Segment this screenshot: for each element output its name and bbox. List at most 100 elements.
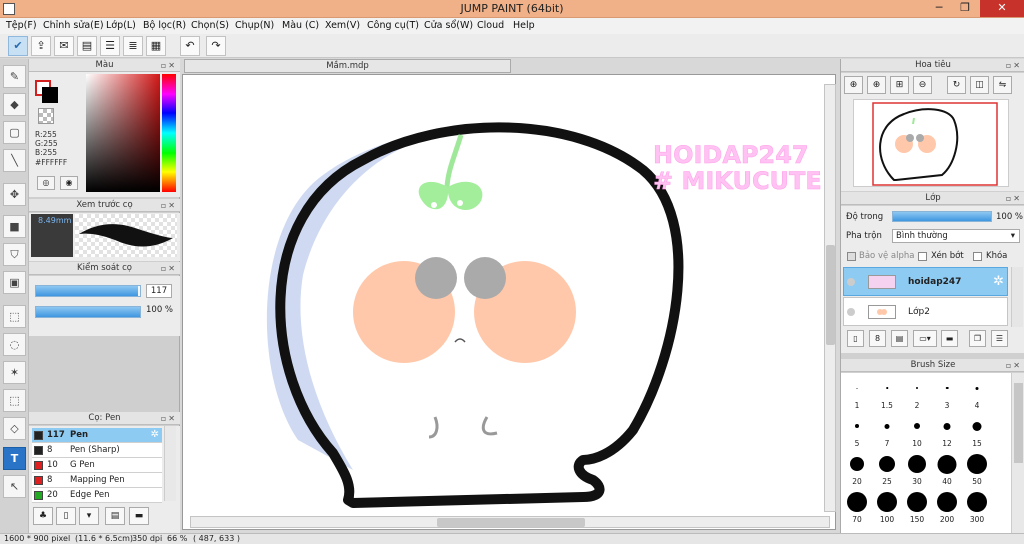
zoom-fit-icon[interactable]: ⊕ — [844, 76, 863, 94]
canvas-tab[interactable]: Mầm.mdp — [184, 59, 511, 73]
menu-capture[interactable]: Chụp(N) — [235, 20, 274, 31]
brush-tool-icon[interactable]: ✎ — [3, 65, 26, 88]
flip-icon[interactable]: ⇋ — [993, 76, 1012, 94]
visibility-icon[interactable] — [847, 308, 855, 316]
lock-checkbox[interactable] — [973, 252, 982, 261]
menu-window[interactable]: Cửa sổ(W) — [424, 20, 473, 31]
restore-button[interactable]: ❐ — [952, 0, 978, 17]
brush-folder-icon[interactable]: ▬ — [129, 507, 149, 525]
panel-window-icons[interactable]: ▫✕ — [161, 413, 177, 425]
message-icon[interactable]: ▤ — [77, 36, 97, 56]
brush-size-cell[interactable]: 150 — [903, 489, 931, 525]
check-icon[interactable]: ✔ — [8, 36, 28, 56]
layer-row[interactable]: Lớp2 — [843, 297, 1008, 326]
panel-window-icons[interactable]: ▫✕ — [161, 200, 177, 212]
select-pen-tool-icon[interactable]: ⬚ — [3, 389, 26, 412]
brush-size-scroll-thumb[interactable] — [1014, 383, 1023, 463]
layer-scrollbar[interactable] — [1011, 267, 1023, 327]
brush-size-cell[interactable]: 10 — [903, 413, 931, 449]
menu-edit[interactable]: Chỉnh sửa(E) — [43, 20, 104, 31]
duplicate-layer-icon[interactable]: ❐ — [969, 330, 986, 347]
panel-window-icons[interactable]: ▫✕ — [1006, 193, 1022, 205]
line-tool-icon[interactable]: ╲ — [3, 149, 26, 172]
saturation-value-picker[interactable] — [86, 74, 160, 192]
brush-size-cell[interactable]: 30 — [903, 451, 931, 487]
protect-alpha-checkbox[interactable] — [847, 252, 856, 261]
hue-slider[interactable] — [162, 74, 176, 192]
zoom-actual-icon[interactable]: ⊞ — [890, 76, 909, 94]
brush-size-cell[interactable]: 4 — [963, 375, 991, 411]
clip-checkbox[interactable] — [918, 252, 927, 261]
undo-icon[interactable]: ↶ — [180, 36, 200, 56]
brush-size-cell[interactable]: 12 — [933, 413, 961, 449]
reset-view-icon[interactable]: ◫ — [970, 76, 989, 94]
brush-size-cell[interactable]: 200 — [933, 489, 961, 525]
navigator-thumbnail[interactable] — [853, 99, 1009, 187]
brush-list-item[interactable]: 117 Pen ✲ — [32, 428, 162, 443]
move-tool-icon[interactable]: ✥ — [3, 183, 26, 206]
add-brush-icon[interactable]: ♣ — [33, 507, 53, 525]
new-brush-icon[interactable]: ▯ — [56, 507, 76, 525]
select-rect-tool-icon[interactable]: ⬚ — [3, 305, 26, 328]
brush-size-cell[interactable]: 1.5 — [873, 375, 901, 411]
new-raster-layer-icon[interactable]: 8 — [869, 330, 886, 347]
layer-row[interactable]: hoidap247 ✲ — [843, 267, 1008, 296]
zoom-out-icon[interactable]: ⊖ — [913, 76, 932, 94]
grid-settings-icon[interactable]: ▦ — [146, 36, 166, 56]
minimize-button[interactable]: ─ — [926, 0, 952, 17]
brush-size-cell[interactable]: 20 — [843, 451, 871, 487]
brush-list-scrollbar[interactable] — [164, 426, 176, 501]
magic-wand-tool-icon[interactable]: ✶ — [3, 361, 26, 384]
brush-menu-icon[interactable]: ▾ — [79, 507, 99, 525]
rotate-icon[interactable]: ↻ — [947, 76, 966, 94]
horizontal-scroll-thumb[interactable] — [437, 518, 585, 527]
menu-color[interactable]: Màu (C) — [282, 20, 319, 31]
brush-settings-icon[interactable]: ▤ — [105, 507, 125, 525]
canvas-horizontal-scrollbar[interactable] — [190, 516, 830, 528]
menu-tools[interactable]: Công cụ(T) — [367, 20, 419, 31]
brush-size-cell[interactable]: 70 — [843, 489, 871, 525]
menu-cloud[interactable]: Cloud — [477, 20, 504, 31]
layer-opacity-slider[interactable] — [892, 211, 992, 222]
blend-mode-select[interactable]: Bình thường ▾ — [892, 229, 1020, 243]
transparent-color-swatch[interactable] — [38, 108, 54, 124]
comment-icon[interactable]: ✉ — [54, 36, 74, 56]
panel-window-icons[interactable]: ▫✕ — [1006, 360, 1022, 372]
panel-window-icons[interactable]: ▫✕ — [161, 60, 177, 72]
gear-icon[interactable]: ✲ — [993, 274, 1004, 289]
layer-folder-icon[interactable]: ▬ — [941, 330, 958, 347]
canvas-vertical-scrollbar[interactable] — [824, 84, 836, 512]
layer-menu-icon[interactable]: ☰ — [991, 330, 1008, 347]
color-history-icon[interactable]: ◉ — [60, 176, 78, 190]
add-layer-menu-icon[interactable]: ▭▾ — [913, 330, 937, 347]
brush-size-cell[interactable]: 40 — [933, 451, 961, 487]
brush-list-item[interactable]: 20 Edge Pen — [32, 488, 162, 503]
menu-filter[interactable]: Bộ lọc(R) — [143, 20, 186, 31]
zoom-in-icon[interactable]: ⊕ — [867, 76, 886, 94]
select-eraser-tool-icon[interactable]: ◇ — [3, 417, 26, 440]
menu-select[interactable]: Chọn(S) — [191, 20, 229, 31]
canvas[interactable]: HOIDAP247 # MIKUCUTE — [182, 74, 836, 530]
visibility-icon[interactable] — [847, 278, 855, 286]
document-icon[interactable]: ☰ — [100, 36, 120, 56]
brush-opacity-slider[interactable] — [35, 306, 141, 318]
gradient-tool-icon[interactable]: ▣ — [3, 271, 26, 294]
menu-help[interactable]: Help — [513, 20, 535, 31]
close-window-button[interactable]: ✕ — [980, 0, 1024, 17]
brush-size-scrollbar[interactable] — [1011, 373, 1024, 533]
brush-size-cell[interactable]: 300 — [963, 489, 991, 525]
panel-window-icons[interactable]: ▫✕ — [1006, 60, 1022, 72]
brush-size-cell[interactable]: 50 — [963, 451, 991, 487]
brush-list-item[interactable]: 8 Mapping Pen — [32, 473, 162, 488]
new-layer-icon[interactable]: ▯ — [847, 330, 864, 347]
brush-size-cell[interactable]: 5 — [843, 413, 871, 449]
fill-rect-tool-icon[interactable]: ■ — [3, 215, 26, 238]
brush-size-cell[interactable]: 7 — [873, 413, 901, 449]
brush-size-cell[interactable]: 15 — [963, 413, 991, 449]
color-set-icon[interactable]: ◎ — [37, 176, 55, 190]
panel-window-icons[interactable]: ▫✕ — [161, 263, 177, 275]
brush-list-item[interactable]: 8 Pen (Sharp) — [32, 443, 162, 458]
export-icon[interactable]: ⇪ — [31, 36, 51, 56]
gear-icon[interactable]: ✲ — [151, 428, 159, 442]
brush-size-field[interactable]: 117 — [146, 284, 172, 298]
